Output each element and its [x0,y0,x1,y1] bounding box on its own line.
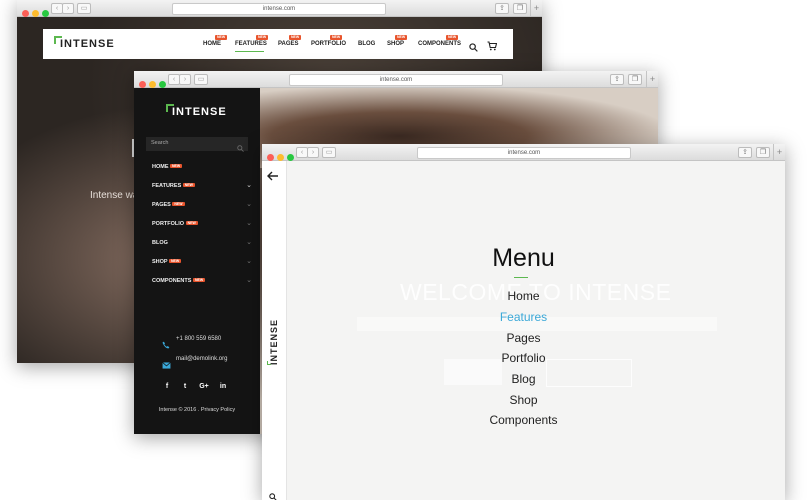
phone-number[interactable]: +1 800 559 6580 [176,336,221,342]
maximize-dot[interactable] [42,10,49,17]
nav-item-components[interactable]: COMPONENTS NEW [418,35,461,47]
sidebar-icon[interactable]: ▭ [322,147,336,158]
new-badge: NEW [172,202,185,206]
hero-tagline: Intense wa [90,190,139,201]
cart-icon[interactable] [487,38,498,56]
share-icon[interactable]: ⇪ [495,3,509,14]
sidebar-icon[interactable]: ▭ [77,3,91,14]
email-link[interactable]: mail@demolink.org [176,356,227,362]
forward-icon[interactable]: › [307,147,319,158]
google-plus-icon[interactable]: G+ [197,380,211,394]
tabs-icon[interactable]: ❐ [628,74,642,85]
forward-icon[interactable]: › [62,3,74,14]
new-badge: NEW [215,35,228,40]
close-dot[interactable] [267,154,274,161]
search-icon[interactable] [269,488,277,500]
tabs-icon[interactable]: ❐ [756,147,770,158]
menu-item-blog[interactable]: Blog [262,372,785,386]
new-badge: NEW [256,35,269,40]
new-badge: NEW [170,164,183,168]
close-dot[interactable] [22,10,29,17]
new-badge: NEW [330,35,343,40]
title-underline [514,277,528,278]
menu-item-features[interactable]: Features [262,310,785,324]
maximize-dot[interactable] [159,81,166,88]
share-icon[interactable]: ⇪ [738,147,752,158]
facebook-icon[interactable]: f [160,380,174,394]
chevron-down-icon[interactable]: ⌄ [246,238,252,246]
menu-title: Menu [492,244,555,272]
new-badge: NEW [182,183,195,187]
nav-item-portfolio[interactable]: PORTFOLIO NEW [311,35,346,47]
nav-item-features[interactable]: FEATURES NEW [235,35,269,47]
new-badge: NEW [289,35,302,40]
new-tab-icon[interactable]: + [646,71,658,87]
phone-icon [162,336,170,354]
chevron-down-icon[interactable]: ⌄ [246,200,252,208]
top-navbar: INTENSE HOME NEW FEATURES NEW PAGES NEW POR… [43,29,513,59]
minimize-dot[interactable] [277,154,284,161]
search-icon[interactable] [237,139,244,157]
browser-toolbar: ‹ › ▭ intense.com ⇪ ❐ + [134,71,658,88]
forward-icon[interactable]: › [179,74,191,85]
menu-item-portfolio[interactable]: Portfolio [262,351,785,365]
chevron-down-icon[interactable]: ⌄ [246,276,252,284]
address-bar[interactable]: intense.com [172,3,386,15]
menu-item-home[interactable]: Home [262,289,785,303]
new-badge: NEW [185,221,198,225]
chevron-down-icon[interactable]: ⌄ [246,219,252,227]
browser-toolbar: ‹ › ▭ intense.com ⇪ ❐ + [17,0,542,17]
maximize-dot[interactable] [287,154,294,161]
new-badge: NEW [192,278,206,282]
close-dot[interactable] [139,81,146,88]
chevron-down-icon[interactable]: ⌄ [246,181,252,189]
twitter-icon[interactable]: t [178,380,192,394]
new-tab-icon[interactable]: + [773,144,785,160]
sidebar: INTENSE Search HOME NEW FEATURES NEW ⌄ P… [134,88,260,434]
sidebar-item-features[interactable]: FEATURES NEW [152,183,195,189]
sidebar-item-pages[interactable]: PAGES NEW [152,202,185,208]
linkedin-icon[interactable]: in [216,380,230,394]
sidebar-item-portfolio[interactable]: PORTFOLIO NEW [152,221,198,227]
nav-item-shop[interactable]: SHOP NEW [387,35,408,47]
sidebar-item-components[interactable]: COMPONENTS NEW [152,278,206,284]
active-underline [235,51,264,52]
new-badge: NEW [446,35,459,40]
nav-item-blog[interactable]: BLOG [358,41,375,47]
copyright-text: Intense © 2016 . Privacy Policy [158,407,236,413]
sidebar-item-home[interactable]: HOME NEW [152,164,183,170]
tabs-icon[interactable]: ❐ [513,3,527,14]
menu-item-shop[interactable]: Shop [262,393,785,407]
search-icon[interactable] [469,39,478,57]
minimize-dot[interactable] [149,81,156,88]
menu-item-pages[interactable]: Pages [262,331,785,345]
new-tab-icon[interactable]: + [530,0,542,16]
minimize-dot[interactable] [32,10,39,17]
nav-item-home[interactable]: HOME NEW [203,35,228,47]
nav-item-pages[interactable]: PAGES NEW [278,35,302,47]
mail-icon [162,356,171,374]
search-input[interactable]: Search [146,137,248,152]
menu-item-components[interactable]: Components [262,413,785,427]
browser-toolbar: ‹ › ▭ intense.com ⇪ ❐ + [262,144,785,161]
address-bar[interactable]: intense.com [417,147,631,159]
menu-overlay: WELCOME TO INTENSE INTENSE Menu Home Fea… [262,161,785,500]
address-bar[interactable]: intense.com [289,74,503,86]
sidebar-item-blog[interactable]: BLOG [152,240,168,246]
logo[interactable]: INTENSE [172,106,227,118]
chevron-down-icon[interactable]: ⌄ [246,257,252,265]
browser-window-fullscreen-menu: ‹ › ▭ intense.com ⇪ ❐ + WELCOME TO INTEN… [262,144,785,500]
sidebar-icon[interactable]: ▭ [194,74,208,85]
sidebar-item-shop[interactable]: SHOP NEW [152,259,182,265]
new-badge: NEW [169,259,182,263]
arrow-left-icon[interactable] [267,168,279,186]
logo[interactable]: INTENSE [60,38,115,50]
share-icon[interactable]: ⇪ [610,74,624,85]
new-badge: NEW [395,35,408,40]
